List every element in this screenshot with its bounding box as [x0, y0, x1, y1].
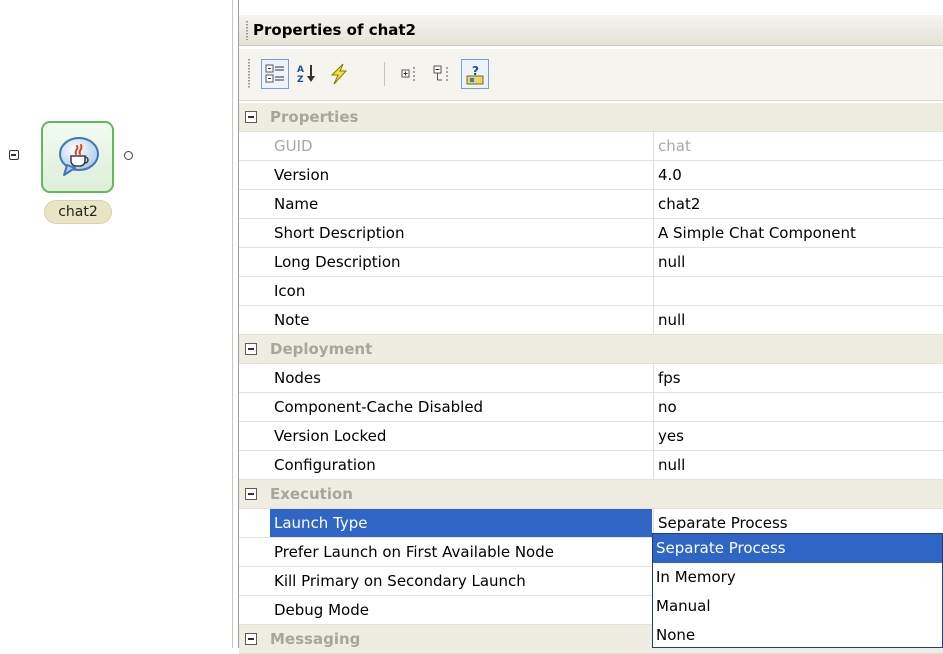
property-row[interactable]: Name chat2	[239, 190, 943, 219]
panel-title-bar: Properties of chat2	[239, 15, 943, 46]
collapse-toggle-icon[interactable]	[245, 343, 257, 355]
category-label: Deployment	[270, 340, 373, 358]
help-button[interactable]: ?	[461, 59, 489, 89]
property-value[interactable]: chat2	[653, 190, 943, 218]
category-label: Messaging	[270, 630, 361, 648]
panel-title: Properties of chat2	[253, 21, 416, 39]
property-value[interactable]: null	[653, 248, 943, 276]
show-events-button[interactable]	[325, 59, 353, 89]
svg-text:?: ?	[472, 64, 479, 78]
property-value[interactable]: A Simple Chat Component	[653, 219, 943, 247]
java-component-icon	[59, 137, 99, 176]
property-name[interactable]: Kill Primary on Secondary Launch	[270, 567, 652, 595]
collapse-toggle-icon[interactable]	[245, 488, 257, 500]
show-categories-button[interactable]	[261, 59, 289, 89]
dropdown-option[interactable]: Manual	[653, 592, 942, 621]
property-name[interactable]: Icon	[270, 277, 652, 305]
svg-text:A: A	[297, 65, 304, 75]
property-value[interactable]: 4.0	[653, 161, 943, 189]
category-label: Properties	[270, 108, 359, 126]
property-name[interactable]: Note	[270, 306, 652, 334]
property-name[interactable]: Version	[270, 161, 652, 189]
grip-icon	[246, 21, 248, 40]
svg-text:Z: Z	[297, 75, 304, 85]
property-name[interactable]: Version Locked	[270, 422, 652, 450]
input-port-icon[interactable]	[9, 150, 19, 160]
category-label: Execution	[270, 485, 353, 503]
property-name[interactable]: Long Description	[270, 248, 652, 276]
dropdown-option[interactable]: Separate Process	[653, 534, 942, 563]
property-value[interactable]: null	[653, 306, 943, 334]
collapse-icon	[433, 65, 448, 81]
property-name[interactable]: Name	[270, 190, 652, 218]
property-row[interactable]: Nodes fps	[239, 364, 943, 393]
expand-all-button[interactable]	[397, 59, 425, 89]
property-name[interactable]: Short Description	[270, 219, 652, 247]
property-row[interactable]: Icon	[239, 277, 943, 306]
toolbar-separator	[384, 62, 385, 86]
collapse-toggle-icon[interactable]	[245, 111, 257, 123]
property-name[interactable]: Prefer Launch on First Available Node	[270, 538, 652, 566]
property-row[interactable]: Note null	[239, 306, 943, 335]
dropdown-option[interactable]: None	[653, 621, 942, 650]
show-categories-icon	[265, 64, 284, 83]
help-icon: ?	[466, 64, 484, 85]
property-name[interactable]: Configuration	[270, 451, 652, 479]
property-value[interactable]: yes	[653, 422, 943, 450]
diagram-canvas: chat2	[0, 0, 233, 648]
expand-icon	[401, 67, 415, 81]
property-value[interactable]: no	[653, 393, 943, 421]
component-node[interactable]	[41, 121, 114, 193]
property-value[interactable]: chat	[653, 132, 943, 160]
collapse-toggle-icon[interactable]	[245, 633, 257, 645]
property-row[interactable]: GUID chat	[239, 132, 943, 161]
dropdown-option[interactable]: In Memory	[653, 563, 942, 592]
category-deployment[interactable]: Deployment	[239, 335, 943, 364]
category-execution[interactable]: Execution	[239, 480, 943, 509]
property-row[interactable]: Version Locked yes	[239, 422, 943, 451]
output-port-icon[interactable]	[124, 151, 133, 160]
property-row[interactable]: Long Description null	[239, 248, 943, 277]
property-name[interactable]: Launch Type	[270, 509, 652, 537]
collapse-all-button[interactable]	[429, 59, 457, 89]
launch-type-dropdown-list[interactable]: Separate Process In Memory Manual None	[652, 533, 943, 648]
property-name[interactable]: Component-Cache Disabled	[270, 393, 652, 421]
property-row[interactable]: Version 4.0	[239, 161, 943, 190]
property-value[interactable]: fps	[653, 364, 943, 392]
event-lightning-icon	[330, 63, 348, 85]
property-value[interactable]: null	[653, 451, 943, 479]
properties-toolbar: A Z ?	[239, 49, 943, 101]
property-row[interactable]: Configuration null	[239, 451, 943, 480]
property-name[interactable]: Debug Mode	[270, 596, 652, 624]
component-label[interactable]: chat2	[44, 200, 112, 224]
property-name[interactable]: Nodes	[270, 364, 652, 392]
property-row[interactable]: Component-Cache Disabled no	[239, 393, 943, 422]
sort-alphabetically-button[interactable]: A Z	[293, 59, 321, 89]
property-value[interactable]	[653, 277, 943, 305]
category-properties[interactable]: Properties	[239, 103, 943, 132]
property-row[interactable]: Short Description A Simple Chat Component	[239, 219, 943, 248]
sort-alphabetically-icon: A Z	[297, 65, 315, 85]
property-name[interactable]: GUID	[270, 132, 652, 160]
toolbar-grip-icon	[248, 59, 250, 89]
